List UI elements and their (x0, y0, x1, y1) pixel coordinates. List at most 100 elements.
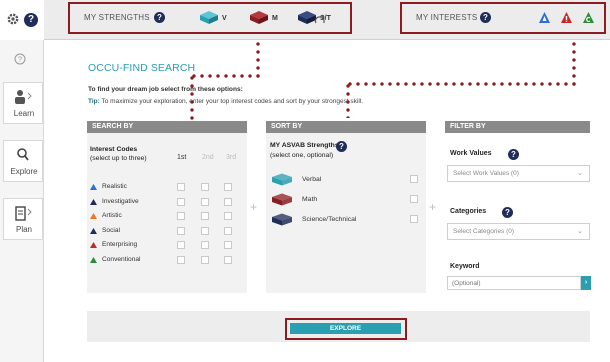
interest-code-name: Conventional (102, 256, 141, 263)
verbal-label: V (222, 15, 227, 22)
asvab-help-icon[interactable]: ? (336, 141, 347, 152)
my-interests-section: MY INTERESTS ? (400, 2, 606, 34)
nav-label-plan: Plan (15, 225, 32, 234)
strengths-guide-line (256, 40, 260, 78)
interest-code-name: Social (102, 226, 120, 234)
interest-code-row: Social (90, 225, 250, 237)
top-bar: MY STRENGTHS ? V M S/T MY INTERESTS ? (44, 0, 610, 40)
interest-code-row: Realistic (90, 181, 250, 193)
second-choice-checkbox[interactable] (201, 183, 209, 191)
categories-help-icon[interactable]: ? (502, 207, 513, 218)
clipboard-icon (13, 205, 33, 226)
interest-triangle-icon (90, 213, 97, 220)
interest-codes-sub: (select up to three) (90, 155, 147, 162)
search-by-header: SEARCH BY (87, 121, 247, 133)
strengths-help-icon[interactable]: ? (154, 12, 165, 23)
explore-button[interactable]: EXPLORE (290, 323, 401, 334)
tip-body: To maximize your exploration, enter your… (101, 98, 364, 105)
strength-option-row[interactable]: Science/Technical (270, 213, 420, 227)
search-icon (13, 147, 33, 168)
explore-highlight: EXPLORE (285, 318, 407, 340)
swap-icon[interactable] (313, 13, 327, 31)
work-values-select[interactable]: Select Work Values (0) ⌄ (447, 165, 590, 182)
first-choice-checkbox[interactable] (177, 197, 185, 206)
third-choice-checkbox[interactable] (224, 226, 232, 235)
work-values-label: Work Values (450, 150, 492, 157)
interest-triangle-icon (90, 184, 97, 190)
interests-guide-line-h (346, 82, 576, 86)
second-choice-checkbox[interactable] (201, 197, 209, 206)
strengths-title: MY STRENGTHS (84, 13, 150, 22)
work-values-value: Select Work Values (0) (453, 170, 519, 177)
first-choice-checkbox[interactable] (177, 212, 185, 221)
strength-book-icon (272, 213, 292, 226)
first-choice-checkbox[interactable] (177, 183, 185, 191)
chevron-down-icon: ⌄ (577, 228, 583, 235)
info-icon[interactable]: ? (14, 52, 26, 70)
interest-triangle-icon (90, 257, 97, 263)
column-2nd: 2nd (202, 154, 214, 161)
nav-label-explore: Explore (10, 167, 38, 176)
nav-item-plan[interactable]: Plan (3, 198, 43, 240)
categories-select[interactable]: Select Categories (0) ⌄ (447, 223, 590, 240)
strength-option-name: Math (302, 196, 318, 203)
nav-item-learn[interactable]: Learn (3, 82, 43, 124)
interest-code-row: Enterprising (90, 239, 250, 251)
second-choice-checkbox[interactable] (201, 256, 209, 264)
strength-option-name: Verbal (302, 176, 322, 183)
interest-codes-title: Interest Codes (90, 146, 138, 153)
interest-triangle-icon (90, 242, 97, 249)
third-choice-checkbox[interactable] (224, 183, 232, 191)
enterprising-triangle-icon[interactable] (560, 11, 573, 29)
interests-help-icon[interactable]: ? (480, 12, 491, 23)
strength-option-checkbox[interactable] (410, 215, 418, 223)
interests-guide-line (572, 40, 576, 86)
interest-code-name: Artistic (102, 212, 122, 220)
plus-icon: + (429, 200, 437, 214)
strength-option-checkbox[interactable] (410, 175, 418, 183)
realistic-triangle-icon[interactable] (538, 11, 551, 29)
second-choice-checkbox[interactable] (201, 226, 209, 235)
nav-item-explore[interactable]: Explore (3, 140, 43, 182)
third-choice-checkbox[interactable] (224, 241, 232, 250)
strength-option-name: Science/Technical (302, 216, 357, 223)
chevron-down-icon: ⌄ (577, 170, 583, 177)
math-book-icon[interactable] (248, 10, 270, 31)
column-1st: 1st (177, 154, 187, 161)
first-choice-checkbox[interactable] (177, 241, 185, 250)
interests-title: MY INTERESTS (416, 13, 478, 22)
second-choice-checkbox[interactable] (201, 241, 209, 250)
interest-code-name: Investigative (102, 197, 139, 205)
math-label: M (272, 15, 278, 22)
keyword-label: Keyword (450, 263, 480, 270)
interest-triangle-icon (90, 198, 97, 205)
sort-by-header: SORT BY (266, 121, 426, 133)
page-title: OCCU-FIND SEARCH (88, 62, 196, 74)
first-choice-checkbox[interactable] (177, 256, 185, 264)
nav-label-learn: Learn (13, 109, 35, 118)
conventional-triangle-icon[interactable] (582, 11, 595, 29)
interest-code-name: Enterprising (102, 241, 138, 249)
gear-icon[interactable] (6, 12, 20, 31)
first-choice-checkbox[interactable] (177, 226, 185, 235)
tip-text: Tip: To maximize your exploration, enter… (88, 98, 363, 105)
second-choice-checkbox[interactable] (201, 212, 209, 221)
help-icon[interactable]: ? (24, 13, 38, 27)
keyword-go-button[interactable]: › (581, 276, 591, 290)
column-3rd: 3rd (226, 154, 237, 161)
filter-by-header: FILTER BY (445, 121, 590, 133)
verbal-book-icon[interactable] (198, 10, 220, 31)
categories-label: Categories (450, 208, 487, 215)
strength-option-row[interactable]: Verbal (270, 173, 420, 187)
strength-option-checkbox[interactable] (410, 195, 418, 203)
work-values-help-icon[interactable]: ? (508, 149, 519, 160)
keyword-input[interactable] (447, 276, 581, 290)
interest-code-row: Investigative (90, 196, 250, 208)
strength-option-row[interactable]: Math (270, 193, 420, 207)
tip-label: Tip: (88, 98, 100, 105)
third-choice-checkbox[interactable] (224, 197, 232, 206)
third-choice-checkbox[interactable] (224, 256, 232, 264)
third-choice-checkbox[interactable] (224, 212, 232, 221)
interest-triangle-icon (90, 227, 97, 234)
strengths-guide-line-down (190, 74, 194, 120)
